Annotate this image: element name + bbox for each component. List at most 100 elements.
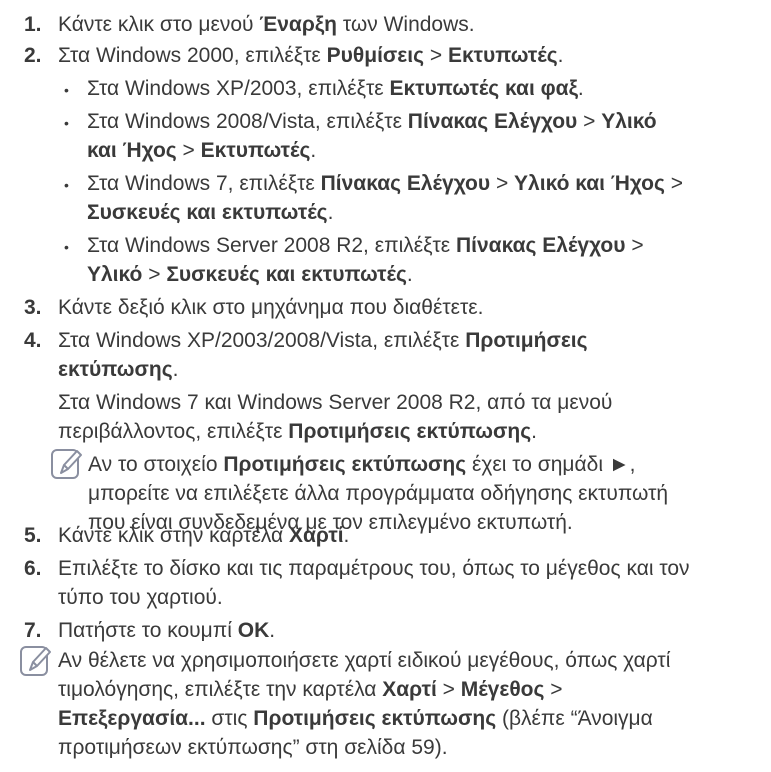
text-line: Στα Windows XP/2003/2008/Vista, επιλέξτε… bbox=[58, 328, 588, 354]
bold-term: Προτιμήσεις εκτύπωσης bbox=[223, 453, 467, 476]
text-line: Συσκευές και εκτυπωτές. bbox=[87, 200, 333, 226]
note-icon bbox=[20, 646, 51, 676]
step-number: 7. bbox=[24, 619, 42, 642]
text-run: Στα Windows Server 2008 R2, επιλέξτε bbox=[87, 234, 456, 257]
text-run: . bbox=[531, 420, 537, 443]
text-run: > bbox=[424, 44, 448, 67]
bold-term: Εκτυπωτές bbox=[200, 139, 311, 162]
text-run: > bbox=[490, 172, 515, 195]
text-run: προτιμήσεων εκτύπωσης” στη σελίδα 59). bbox=[58, 736, 448, 759]
text-run: > bbox=[625, 234, 644, 257]
text-run: Στα Windows XP/2003/2008/Vista, επιλέξτε bbox=[58, 329, 466, 352]
text-line: Επιλέξτε το δίσκο και τις παραμέτρους το… bbox=[58, 556, 690, 582]
bullet-marker: • bbox=[64, 82, 69, 98]
text-run: . bbox=[310, 139, 317, 162]
text-run: > bbox=[176, 139, 201, 162]
text-line: Στα Windows 7, επιλέξτε Πίνακας Ελέγχου … bbox=[87, 171, 683, 197]
text-line: Στα Windows Server 2008 R2, επιλέξτε Πίν… bbox=[87, 233, 644, 259]
text-run: > bbox=[142, 263, 167, 286]
text-run: . bbox=[577, 77, 584, 100]
bullet-marker: • bbox=[64, 239, 69, 255]
text-run: τύπο του χαρτιού. bbox=[58, 586, 223, 609]
text-run: (βλέπε “Άνοιγμα bbox=[496, 707, 653, 730]
text-run: Αν το στοιχείο bbox=[88, 453, 224, 476]
step-number: 3. bbox=[24, 296, 42, 319]
bold-term: Προτιμήσεις εκτύπωσης bbox=[253, 707, 497, 730]
text-line: Αν το στοιχείο Προτιμήσεις εκτύπωσης έχε… bbox=[88, 452, 635, 478]
text-run: Κάντε κλικ στην καρτέλα bbox=[58, 524, 289, 547]
bold-term: Συσκευές και εκτυπωτές bbox=[166, 263, 407, 286]
bold-term: Συσκευές και εκτυπωτές bbox=[87, 201, 328, 224]
text-line: μπορείτε να επιλέξετε άλλα προγράμματα ο… bbox=[88, 481, 668, 507]
text-run: > bbox=[544, 678, 563, 701]
text-run: > bbox=[664, 172, 684, 195]
bold-term: Χαρτί bbox=[382, 678, 437, 701]
text-line: προτιμήσεων εκτύπωσης” στη σελίδα 59). bbox=[58, 735, 448, 761]
text-run: Επιλέξτε το δίσκο και τις παραμέτρους το… bbox=[58, 557, 690, 580]
bold-term: Υλικό bbox=[601, 110, 657, 133]
text-run: Στα Windows XP/2003, επιλέξτε bbox=[87, 77, 390, 100]
bold-term: Προτιμήσεις bbox=[465, 329, 588, 352]
text-run: . bbox=[172, 358, 179, 381]
bullet-marker: • bbox=[64, 115, 69, 131]
text-line: Στα Windows 2008/Vista, επιλέξτε Πίνακας… bbox=[87, 109, 657, 135]
bold-term: OK bbox=[237, 619, 270, 642]
step-number: 6. bbox=[24, 557, 42, 580]
text-run: Στα Windows 7, επιλέξτε bbox=[87, 172, 321, 195]
text-run: στις bbox=[205, 707, 254, 730]
bold-term: Ρυθμίσεις bbox=[326, 44, 424, 67]
text-run: . bbox=[343, 524, 350, 547]
bullet-marker: • bbox=[64, 177, 69, 193]
text-line: περιβάλλοντος, επιλέξτε Προτιμήσεις εκτύ… bbox=[58, 419, 537, 445]
step-number: 4. bbox=[24, 329, 42, 352]
text-run: . bbox=[269, 619, 276, 642]
text-line: Στα Windows 7 και Windows Server 2008 R2… bbox=[58, 390, 612, 416]
bold-term: εκτύπωσης bbox=[58, 358, 173, 381]
text-run: Στα Windows 7 και Windows Server 2008 R2… bbox=[58, 391, 613, 414]
step-number: 2. bbox=[24, 44, 42, 67]
text-run: Κάντε κλικ στο μενού bbox=[58, 13, 260, 36]
text-run: έχει το σημάδι ►, bbox=[466, 453, 636, 476]
text-line: Αν θέλετε να χρησιμοποιήσετε χαρτί ειδικ… bbox=[58, 648, 670, 674]
text-line: και Ήχος > Εκτυπωτές. bbox=[87, 138, 316, 164]
text-line: τύπο του χαρτιού. bbox=[58, 585, 223, 611]
text-line: Στα Windows 2000, επιλέξτε Ρυθμίσεις > Ε… bbox=[58, 43, 564, 69]
text-run: Πατήστε το κουμπί bbox=[58, 619, 238, 642]
bold-term: Έναρξη bbox=[259, 13, 338, 36]
bold-term: Υλικό bbox=[87, 263, 143, 286]
bold-term: και Ήχος bbox=[87, 139, 177, 162]
text-line: εκτύπωσης. bbox=[58, 357, 178, 383]
step-number: 1. bbox=[24, 13, 42, 36]
bold-term: Χαρτί bbox=[289, 524, 344, 547]
text-line: Υλικό > Συσκευές και εκτυπωτές. bbox=[87, 262, 413, 288]
bold-term: Πίνακας Ελέγχου bbox=[407, 110, 578, 133]
note-icon bbox=[51, 449, 82, 479]
text-line: Κάντε δεξιό κλικ στο μηχάνημα που διαθέτ… bbox=[58, 295, 484, 321]
text-run: μπορείτε να επιλέξετε άλλα προγράμματα ο… bbox=[88, 482, 669, 505]
text-run: . bbox=[327, 201, 334, 224]
text-line: τιμολόγησης, επιλέξτε την καρτέλα Χαρτί … bbox=[58, 677, 563, 703]
bold-term: Μέγεθος bbox=[460, 678, 545, 701]
bold-term: Εκτυπωτές και φαξ bbox=[389, 77, 578, 100]
text-run: > bbox=[436, 678, 461, 701]
bold-term: Επεξεργασία... bbox=[58, 707, 206, 730]
text-run: Κάντε δεξιό κλικ στο μηχάνημα που διαθέτ… bbox=[58, 296, 484, 319]
step-number: 5. bbox=[24, 524, 42, 547]
text-line: Κάντε κλικ στην καρτέλα Χαρτί. bbox=[58, 523, 349, 549]
text-run: Αν θέλετε να χρησιμοποιήσετε χαρτί ειδικ… bbox=[58, 649, 671, 672]
text-run: περιβάλλοντος, επιλέξτε bbox=[58, 420, 289, 443]
text-line: Στα Windows XP/2003, επιλέξτε Εκτυπωτές … bbox=[87, 76, 584, 102]
text-run: . bbox=[557, 44, 564, 67]
bold-term: Υλικό και Ήχος bbox=[514, 172, 665, 195]
text-run: τιμολόγησης, επιλέξτε την καρτέλα bbox=[58, 678, 383, 701]
text-run: των Windows. bbox=[337, 13, 475, 36]
bold-term: Πίνακας Ελέγχου bbox=[456, 234, 626, 257]
text-line: Κάντε κλικ στο μενού Έναρξη των Windows. bbox=[58, 12, 475, 38]
text-line: Πατήστε το κουμπί OK. bbox=[58, 618, 275, 644]
bold-term: Εκτυπωτές bbox=[447, 44, 558, 67]
text-line: Επεξεργασία... στις Προτιμήσεις εκτύπωση… bbox=[58, 706, 653, 732]
bold-term: Προτιμήσεις εκτύπωσης bbox=[288, 420, 532, 443]
bold-term: Πίνακας Ελέγχου bbox=[320, 172, 491, 195]
text-run: . bbox=[406, 263, 413, 286]
text-run: Στα Windows 2008/Vista, επιλέξτε bbox=[87, 110, 408, 133]
